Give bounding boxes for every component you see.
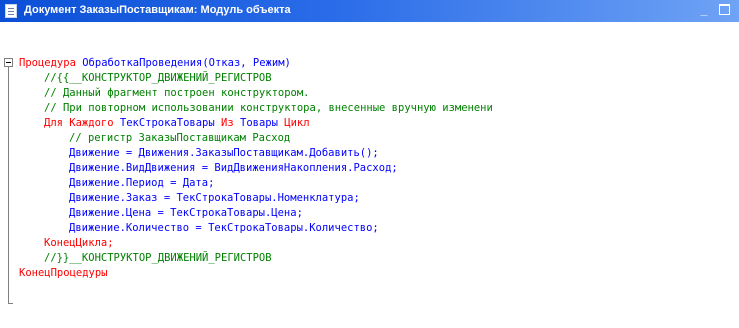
code-line: // регистр ЗаказыПоставщикам Расход bbox=[69, 131, 290, 146]
code-line: Движение.Цена = ТекСтрокаТовары.Цена; bbox=[69, 206, 303, 221]
title-bar[interactable]: Документ ЗаказыПоставщикам: Модуль объек… bbox=[0, 0, 739, 22]
maximize-icon bbox=[718, 4, 730, 16]
code-token: Товары bbox=[233, 117, 285, 129]
code-token: Движение.Количество = ТекСтрокаТовары.Ко… bbox=[69, 222, 379, 234]
code-token: КонецПроцедуры bbox=[19, 267, 108, 279]
code-line: КонецЦикла; bbox=[44, 236, 114, 251]
code-token: КонецЦикла; bbox=[44, 237, 114, 249]
code-token: Движение.Период = Дата; bbox=[69, 177, 215, 189]
code-token: // При повторном использовании конструкт… bbox=[44, 102, 493, 114]
code-line: Для Каждого ТекСтрокаТовары Из Товары Ци… bbox=[44, 116, 310, 131]
code-token: Для Каждого bbox=[44, 117, 114, 129]
code-line: Движение.Количество = ТекСтрокаТовары.Ко… bbox=[69, 221, 379, 236]
code-token: Цикл bbox=[284, 117, 310, 129]
code-token: Движение = Движения.ЗаказыПоставщикам.До… bbox=[69, 147, 379, 159]
collapse-icon[interactable] bbox=[4, 58, 13, 67]
code-token: ТекСтрокаТовары bbox=[113, 117, 222, 129]
code-token: Из bbox=[221, 117, 234, 129]
code-token: Процедура bbox=[19, 57, 76, 69]
code-line: Процедура ОбработкаПроведения(Отказ, Реж… bbox=[19, 56, 291, 71]
module-editor-window: Документ ЗаказыПоставщикам: Модуль объек… bbox=[0, 0, 739, 328]
minimize-button[interactable]: _ bbox=[696, 2, 712, 18]
code-token: Движение.Цена = ТекСтрокаТовары.Цена; bbox=[69, 207, 303, 219]
code-line: Движение.Заказ = ТекСтрокаТовары.Номенкл… bbox=[69, 191, 360, 206]
document-icon bbox=[5, 4, 17, 18]
fold-guide-end bbox=[8, 303, 13, 304]
code-line: Движение.ВидДвижения = ВидДвиженияНакопл… bbox=[69, 161, 398, 176]
code-token: //}}__КОНСТРУКТОР_ДВИЖЕНИЙ_РЕГИСТРОВ bbox=[44, 252, 272, 264]
code-token: Движение.ВидДвижения = ВидДвиженияНакопл… bbox=[69, 162, 398, 174]
maximize-button[interactable] bbox=[716, 2, 732, 18]
code-token: Движение.Заказ = ТекСтрокаТовары.Номенкл… bbox=[69, 192, 360, 204]
code-line: КонецПроцедуры bbox=[19, 266, 108, 281]
code-token: // регистр ЗаказыПоставщикам Расход bbox=[69, 132, 291, 144]
code-line: // При повторном использовании конструкт… bbox=[44, 101, 493, 116]
code-line: Движение.Период = Дата; bbox=[69, 176, 214, 191]
code-token: // Данный фрагмент построен конструкторо… bbox=[44, 87, 310, 99]
window-title: Документ ЗаказыПоставщикам: Модуль объек… bbox=[24, 4, 291, 16]
code-line: //}}__КОНСТРУКТОР_ДВИЖЕНИЙ_РЕГИСТРОВ bbox=[44, 251, 272, 266]
code-line: //{{__КОНСТРУКТОР_ДВИЖЕНИЙ_РЕГИСТРОВ bbox=[44, 71, 272, 86]
code-token: ОбработкаПроведения(Отказ, Режим) bbox=[75, 57, 291, 69]
code-editor[interactable]: Процедура ОбработкаПроведения(Отказ, Реж… bbox=[0, 22, 739, 328]
code-line: // Данный фрагмент построен конструкторо… bbox=[44, 86, 310, 101]
code-token: //{{__КОНСТРУКТОР_ДВИЖЕНИЙ_РЕГИСТРОВ bbox=[44, 72, 272, 84]
fold-guide bbox=[8, 65, 9, 303]
code-line: Движение = Движения.ЗаказыПоставщикам.До… bbox=[69, 146, 379, 161]
